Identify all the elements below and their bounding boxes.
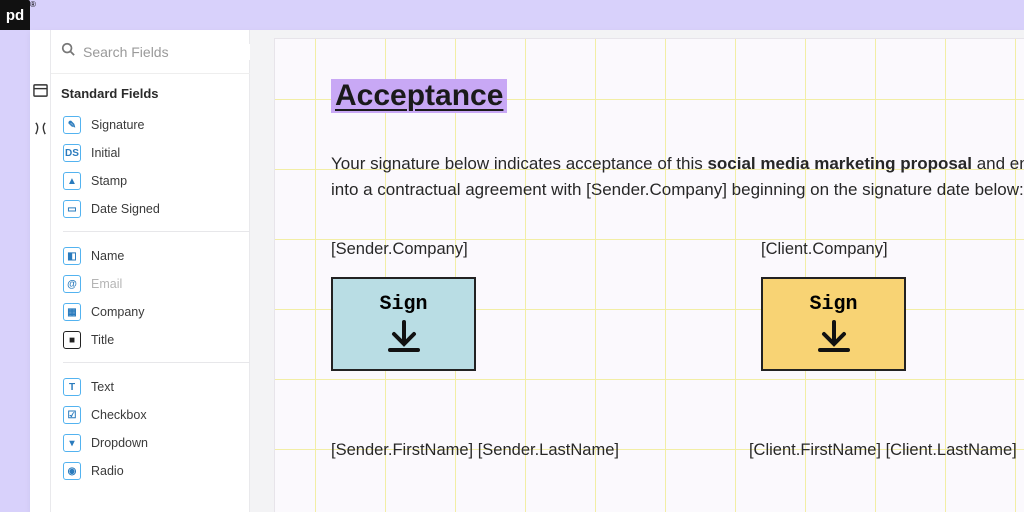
sender-company-token[interactable]: [Sender.Company]: [331, 240, 551, 259]
title-icon: ■: [63, 331, 81, 349]
search-icon: [61, 42, 75, 61]
field-label: Email: [91, 277, 122, 291]
sidebar-rail: [30, 30, 51, 512]
name-icon: ◧: [63, 247, 81, 265]
download-arrow-icon: [384, 320, 424, 354]
document-canvas[interactable]: Acceptance Your signature below indicate…: [250, 30, 1024, 512]
client-signature-block: [Client.Company] Sign: [761, 240, 981, 371]
text-bold: social media marketing proposal: [707, 154, 972, 173]
name-row: [Sender.FirstName] [Sender.LastName] [Cl…: [331, 441, 1024, 460]
sidebar: ✕ Standard Fields ✎SignatureDSInitial▲St…: [30, 30, 250, 512]
date-signed-icon: ▭: [63, 200, 81, 218]
acceptance-text[interactable]: Your signature below indicates acceptanc…: [331, 151, 1024, 204]
variables-tab-icon[interactable]: [30, 118, 50, 138]
text-span: Your signature below indicates acceptanc…: [331, 154, 707, 173]
text-icon: T: [63, 378, 81, 396]
field-label: Initial: [91, 146, 120, 160]
client-name-token[interactable]: [Client.FirstName] [Client.LastName]: [749, 441, 1017, 460]
radio-icon: ◉: [63, 462, 81, 480]
sender-signature-block: [Sender.Company] Sign: [331, 240, 551, 371]
email-icon: @: [63, 275, 81, 293]
field-label: Name: [91, 249, 124, 263]
field-label: Title: [91, 333, 114, 347]
field-label: Dropdown: [91, 436, 148, 450]
content-tab-icon[interactable]: [30, 80, 50, 100]
signature-row: [Sender.Company] Sign [Client.Company] S…: [331, 240, 1024, 371]
sender-name-token[interactable]: [Sender.FirstName] [Sender.LastName]: [331, 441, 619, 460]
initial-icon: DS: [63, 144, 81, 162]
field-label: Company: [91, 305, 145, 319]
stamp-icon: ▲: [63, 172, 81, 190]
trademark: ®: [30, 0, 36, 9]
client-sign-field[interactable]: Sign: [761, 277, 906, 371]
field-label: Radio: [91, 464, 124, 478]
dropdown-icon: ▾: [63, 434, 81, 452]
sender-sign-field[interactable]: Sign: [331, 277, 476, 371]
search-input[interactable]: [83, 44, 264, 60]
field-label: Text: [91, 380, 114, 394]
app-frame: ✕ Standard Fields ✎SignatureDSInitial▲St…: [30, 30, 1024, 512]
download-arrow-icon: [814, 320, 854, 354]
company-icon: ▦: [63, 303, 81, 321]
client-company-token[interactable]: [Client.Company]: [761, 240, 981, 259]
document-page[interactable]: Acceptance Your signature below indicate…: [274, 38, 1024, 512]
field-label: Signature: [91, 118, 145, 132]
sign-label: Sign: [379, 293, 427, 316]
field-label: Stamp: [91, 174, 127, 188]
section-heading[interactable]: Acceptance: [331, 79, 507, 113]
signature-icon: ✎: [63, 116, 81, 134]
sign-label: Sign: [809, 293, 857, 316]
field-label: Date Signed: [91, 202, 160, 216]
field-label: Checkbox: [91, 408, 147, 422]
brand-logo: pd: [0, 0, 30, 30]
checkbox-icon: ☑: [63, 406, 81, 424]
